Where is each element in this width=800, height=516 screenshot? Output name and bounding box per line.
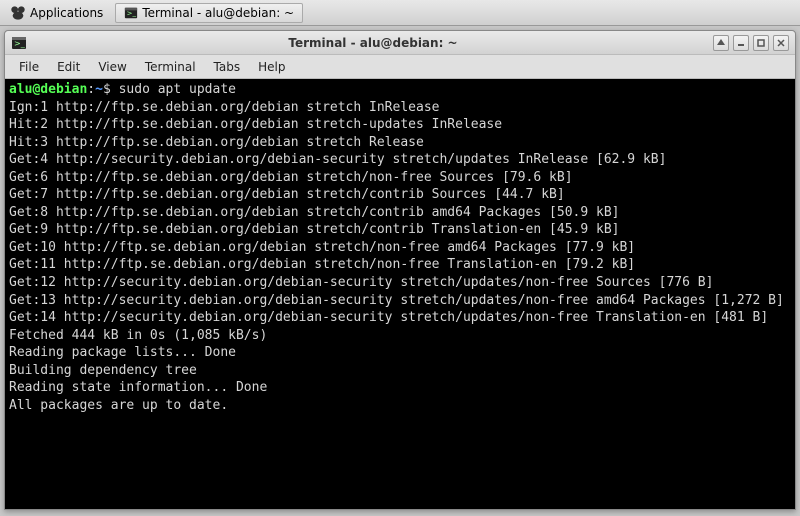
- xfce-mouse-icon: [10, 5, 26, 21]
- prompt-path: ~: [95, 82, 103, 97]
- menu-tabs[interactable]: Tabs: [206, 57, 249, 77]
- menu-view[interactable]: View: [90, 57, 134, 77]
- keep-above-button[interactable]: [713, 35, 729, 51]
- taskbar-item-label: Terminal - alu@debian: ~: [142, 6, 294, 20]
- taskbar-item-terminal[interactable]: >_ Terminal - alu@debian: ~: [115, 3, 303, 23]
- applications-label: Applications: [30, 6, 103, 20]
- menu-file[interactable]: File: [11, 57, 47, 77]
- terminal-output[interactable]: alu@debian:~$ sudo apt update Ign:1 http…: [5, 79, 795, 509]
- terminal-window: >_ Terminal - alu@debian: ~ File Edit Vi…: [4, 30, 796, 510]
- command-text: sudo apt update: [119, 82, 236, 97]
- menu-terminal[interactable]: Terminal: [137, 57, 204, 77]
- window-title: Terminal - alu@debian: ~: [33, 36, 713, 50]
- menu-help[interactable]: Help: [250, 57, 293, 77]
- minimize-button[interactable]: [733, 35, 749, 51]
- prompt-symbol: $: [103, 82, 111, 97]
- prompt-user-host: alu@debian: [9, 82, 87, 97]
- maximize-button[interactable]: [753, 35, 769, 51]
- titlebar[interactable]: >_ Terminal - alu@debian: ~: [5, 31, 795, 55]
- menu-edit[interactable]: Edit: [49, 57, 88, 77]
- applications-menu[interactable]: Applications: [4, 3, 109, 23]
- svg-text:>_: >_: [127, 9, 137, 17]
- svg-text:>_: >_: [14, 39, 26, 48]
- close-button[interactable]: [773, 35, 789, 51]
- prompt-colon: :: [87, 82, 95, 97]
- menubar: File Edit View Terminal Tabs Help: [5, 55, 795, 79]
- terminal-icon: >_: [11, 35, 27, 51]
- terminal-lines: Ign:1 http://ftp.se.debian.org/debian st…: [9, 100, 784, 413]
- terminal-icon: >_: [124, 6, 138, 20]
- window-controls: [713, 35, 789, 51]
- taskbar: Applications >_ Terminal - alu@debian: ~: [0, 0, 800, 26]
